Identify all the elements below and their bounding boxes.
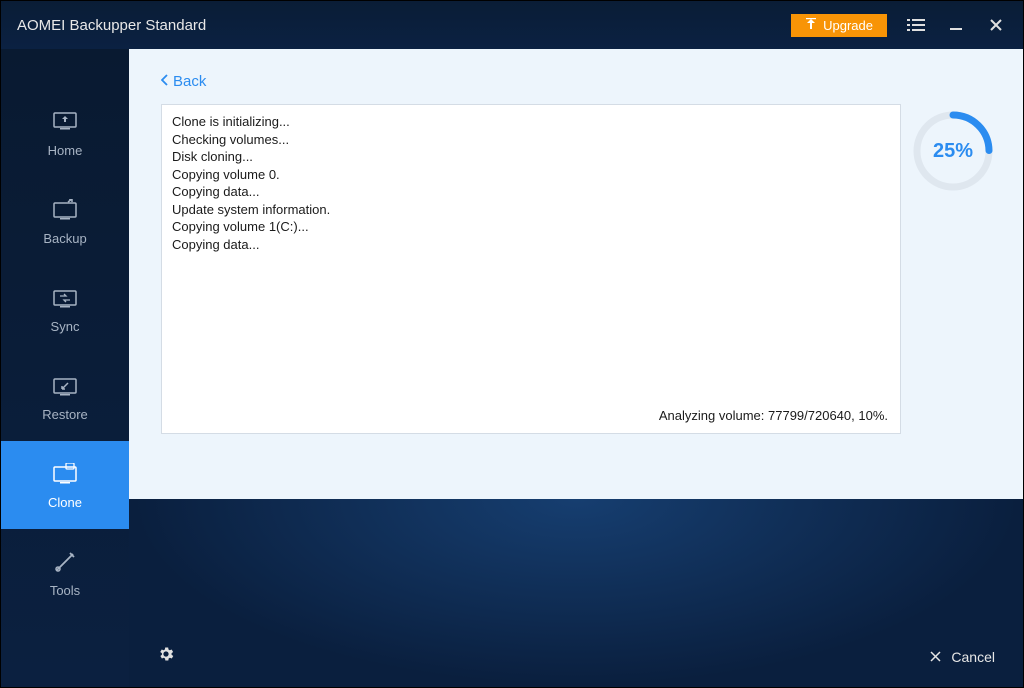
cancel-label: Cancel (951, 649, 995, 665)
back-button[interactable]: Back (161, 73, 206, 90)
sidebar: Home Backup Sync Restore (1, 49, 129, 687)
main-area: Back 25% Clone is initializing...Checkin… (129, 49, 1023, 687)
sidebar-item-label: Tools (50, 583, 80, 598)
titlebar: AOMEI Backupper Standard Upgrade (1, 1, 1023, 49)
sidebar-item-clone[interactable]: Clone (1, 441, 129, 529)
log-box: Clone is initializing...Checking volumes… (161, 104, 901, 434)
cancel-button[interactable]: Cancel (930, 649, 995, 665)
sidebar-item-label: Restore (42, 407, 88, 422)
log-line: Copying data... (172, 183, 890, 201)
sidebar-item-label: Backup (43, 231, 86, 246)
close-icon (930, 649, 941, 665)
bottom-bar: Cancel (129, 499, 1023, 687)
log-line: Checking volumes... (172, 131, 890, 149)
home-icon (52, 109, 78, 135)
app-title: AOMEI Backupper Standard (17, 17, 791, 34)
log-line: Copying data... (172, 236, 890, 254)
upgrade-button[interactable]: Upgrade (791, 14, 887, 37)
close-icon[interactable] (985, 14, 1007, 36)
log-lines: Clone is initializing...Checking volumes… (172, 113, 890, 253)
menu-icon[interactable] (905, 14, 927, 36)
sidebar-item-home[interactable]: Home (1, 89, 129, 177)
progress-ring: 25% (911, 109, 995, 193)
sidebar-item-sync[interactable]: Sync (1, 265, 129, 353)
sidebar-item-label: Clone (48, 495, 82, 510)
log-line: Update system information. (172, 201, 890, 219)
sidebar-item-backup[interactable]: Backup (1, 177, 129, 265)
app-body: Home Backup Sync Restore (1, 49, 1023, 687)
progress-percent: 25% (911, 109, 995, 193)
sidebar-item-label: Home (48, 143, 83, 158)
backup-icon (52, 197, 78, 223)
back-label: Back (173, 73, 206, 90)
settings-button[interactable] (157, 645, 177, 665)
log-line: Clone is initializing... (172, 113, 890, 131)
upgrade-icon (805, 18, 817, 33)
chevron-left-icon (161, 73, 169, 90)
upgrade-label: Upgrade (823, 18, 873, 33)
log-line: Copying volume 1(C:)... (172, 218, 890, 236)
titlebar-controls: Upgrade (791, 14, 1007, 37)
sidebar-item-restore[interactable]: Restore (1, 353, 129, 441)
sync-icon (52, 285, 78, 311)
status-line: Analyzing volume: 77799/720640, 10%. (659, 407, 888, 425)
tools-icon (52, 549, 78, 575)
minimize-icon[interactable] (945, 14, 967, 36)
clone-icon (52, 461, 78, 487)
sidebar-item-tools[interactable]: Tools (1, 529, 129, 617)
log-line: Copying volume 0. (172, 166, 890, 184)
sidebar-item-label: Sync (51, 319, 80, 334)
restore-icon (52, 373, 78, 399)
log-line: Disk cloning... (172, 148, 890, 166)
content-panel: Back 25% Clone is initializing...Checkin… (129, 49, 1023, 499)
app-window: AOMEI Backupper Standard Upgrade (0, 0, 1024, 688)
